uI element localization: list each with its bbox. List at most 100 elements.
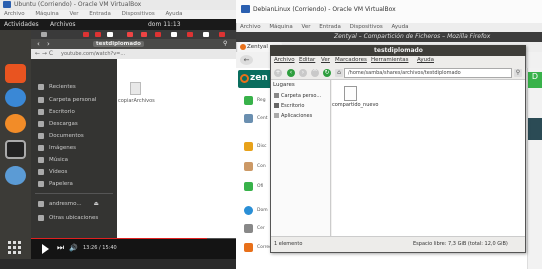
video-player-controls: ⏭ 🔊 13:26 / 15:40 bbox=[31, 239, 236, 259]
search-icon[interactable]: ⚲ bbox=[223, 40, 227, 47]
vm2-menu-ver[interactable]: Ver bbox=[302, 24, 311, 30]
applications-icon bbox=[274, 113, 279, 118]
activities-button[interactable]: Actividades bbox=[4, 21, 39, 28]
back-icon[interactable]: ‹ bbox=[287, 69, 295, 77]
sidebar-item-descargas[interactable]: Descargas bbox=[31, 118, 117, 130]
domain-icon[interactable] bbox=[244, 206, 253, 215]
sidebar-divider bbox=[35, 193, 113, 194]
side-label-disc[interactable]: Disc bbox=[257, 144, 267, 149]
nav-arrows-icon[interactable]: ← → C bbox=[35, 50, 53, 57]
new-folder-icon[interactable]: + bbox=[274, 69, 282, 77]
help-icon[interactable] bbox=[5, 88, 26, 107]
terminal-icon[interactable] bbox=[5, 140, 26, 159]
desktop-icon bbox=[274, 103, 279, 108]
place-escritorio[interactable]: Escritorio bbox=[274, 103, 304, 109]
place-aplicaciones[interactable]: Aplicaciones bbox=[274, 113, 312, 119]
dashboard-button[interactable]: D bbox=[528, 72, 542, 88]
forward-icon[interactable]: › bbox=[47, 40, 50, 48]
registry-icon[interactable] bbox=[244, 96, 253, 105]
clock[interactable]: dom 11:13 bbox=[148, 21, 181, 28]
sidebar-item-documentos[interactable]: Documentos bbox=[31, 130, 117, 142]
image-icon bbox=[38, 145, 44, 151]
connections-icon[interactable] bbox=[244, 162, 253, 171]
trash-icon bbox=[38, 181, 44, 187]
search-icon[interactable]: ⚲ bbox=[514, 69, 522, 77]
sidebar-item-escritorio[interactable]: Escritorio bbox=[31, 106, 117, 118]
sidebar-item-carpeta-personal[interactable]: Carpeta personal bbox=[31, 94, 117, 106]
places-header[interactable]: Lugares bbox=[273, 82, 295, 88]
menu-ayuda[interactable]: Ayuda bbox=[417, 57, 434, 63]
office-icon[interactable] bbox=[244, 182, 253, 191]
menu-marcadores[interactable]: Marcadores bbox=[335, 57, 367, 63]
info-panel bbox=[528, 118, 542, 140]
location-bar[interactable]: /home/samba/shares/archivos/testdiplomad… bbox=[344, 68, 512, 78]
volume-icon[interactable]: 🔊 bbox=[69, 244, 78, 252]
vm1-menu-ayuda[interactable]: Ayuda bbox=[165, 11, 182, 17]
sidebar-item-imagenes[interactable]: Imágenes bbox=[31, 142, 117, 154]
software-icon[interactable] bbox=[5, 64, 26, 83]
sidebar-item-recientes[interactable]: Recientes bbox=[31, 81, 117, 93]
side-label-cent[interactable]: Cent bbox=[257, 116, 268, 121]
side-label-con[interactable]: Con bbox=[257, 164, 266, 169]
vm2-menu-maquina[interactable]: Máquina bbox=[269, 24, 292, 30]
vm1-menu-archivo[interactable]: Archivo bbox=[4, 11, 25, 17]
sidebar-item-musica[interactable]: Música bbox=[31, 154, 117, 166]
reload-icon[interactable]: ↻ bbox=[323, 69, 331, 77]
vm2-menu-archivo[interactable]: Archivo bbox=[240, 24, 261, 30]
mail-icon[interactable] bbox=[244, 243, 253, 252]
status-item-count: 1 elemento bbox=[274, 241, 303, 247]
back-icon[interactable]: ‹ bbox=[37, 40, 40, 48]
document-icon[interactable] bbox=[344, 86, 357, 101]
vm1-title-text: Ubuntu (Corriendo) - Oracle VM VirtualBo… bbox=[14, 1, 142, 8]
vm2-menu-ayuda[interactable]: Ayuda bbox=[391, 24, 408, 30]
file-icon[interactable] bbox=[130, 82, 141, 95]
sidebar-item-videos[interactable]: Vídeos bbox=[31, 166, 117, 178]
file-label[interactable]: copiarArchivos bbox=[118, 98, 155, 104]
browser-toolbar-strip bbox=[31, 30, 236, 39]
files-icon[interactable] bbox=[5, 166, 26, 185]
vm2-menu-dispositivos[interactable]: Dispositivos bbox=[350, 24, 383, 30]
side-label-ofi[interactable]: Ofi bbox=[257, 184, 263, 189]
path-bar: ‹ › testdiplomado ⚲ bbox=[31, 39, 236, 49]
gnome-top-bar: Actividades Archivos dom 11:13 bbox=[0, 19, 236, 30]
side-label-cer[interactable]: Cer bbox=[257, 226, 265, 231]
desktop-icon bbox=[38, 109, 44, 115]
file-name[interactable]: compartido_nuevo bbox=[332, 102, 379, 108]
firefox-icon[interactable] bbox=[5, 114, 26, 133]
home-icon[interactable]: ⌂ bbox=[335, 69, 343, 77]
menu-herramientas[interactable]: Herramientas bbox=[371, 57, 408, 63]
vm2-menubar: Archivo Máquina Ver Entrada Dispositivos… bbox=[236, 23, 542, 32]
menu-ver[interactable]: Ver bbox=[321, 57, 330, 63]
eject-icon[interactable]: ⏏ bbox=[94, 201, 99, 207]
vm1-menu-dispositivos[interactable]: Dispositivos bbox=[122, 11, 155, 17]
forward-icon[interactable]: › bbox=[299, 69, 307, 77]
page-right-panel bbox=[527, 68, 542, 269]
up-icon[interactable]: ^ bbox=[311, 69, 319, 77]
next-icon[interactable]: ⏭ bbox=[57, 244, 64, 252]
status-free-space: Espacio libre: 7,3 GiB (total: 12,0 GiB) bbox=[413, 241, 508, 247]
app-menu[interactable]: Archivos bbox=[50, 21, 76, 28]
menu-archivo[interactable]: Archivo bbox=[274, 57, 295, 63]
zentyal-logo[interactable]: zen bbox=[238, 70, 274, 88]
vm1-menu-ver[interactable]: Ver bbox=[70, 11, 79, 17]
side-label-dom[interactable]: Dom bbox=[257, 208, 268, 213]
path-segment[interactable]: testdiplomado bbox=[93, 41, 144, 47]
play-icon[interactable] bbox=[42, 244, 49, 254]
vm1-bottom-bar bbox=[0, 259, 236, 269]
sidebar-item-papelera[interactable]: Papelera bbox=[31, 178, 117, 190]
network-icon[interactable] bbox=[244, 142, 253, 151]
vm1-menu-entrada[interactable]: Entrada bbox=[89, 11, 111, 17]
show-applications-icon[interactable] bbox=[8, 241, 22, 255]
menu-editar[interactable]: Editar bbox=[299, 57, 315, 63]
place-carpeta-personal[interactable]: Carpeta perso... bbox=[274, 93, 321, 99]
plus-icon bbox=[38, 215, 44, 221]
side-label-reg[interactable]: Reg bbox=[257, 98, 266, 103]
url-bar[interactable]: ← → C youtube.com/watch?v=... bbox=[31, 49, 236, 59]
sidebar-item-drive[interactable]: andresmo... ⏏ bbox=[31, 198, 117, 210]
back-icon[interactable]: ← bbox=[240, 55, 253, 65]
vm2-menu-entrada[interactable]: Entrada bbox=[319, 24, 341, 30]
certificate-icon[interactable] bbox=[244, 224, 253, 233]
sidebar-item-otras-ubicaciones[interactable]: Otras ubicaciones bbox=[31, 212, 117, 224]
vm1-menu-maquina[interactable]: Máquina bbox=[35, 11, 58, 17]
center-icon[interactable] bbox=[244, 114, 253, 123]
